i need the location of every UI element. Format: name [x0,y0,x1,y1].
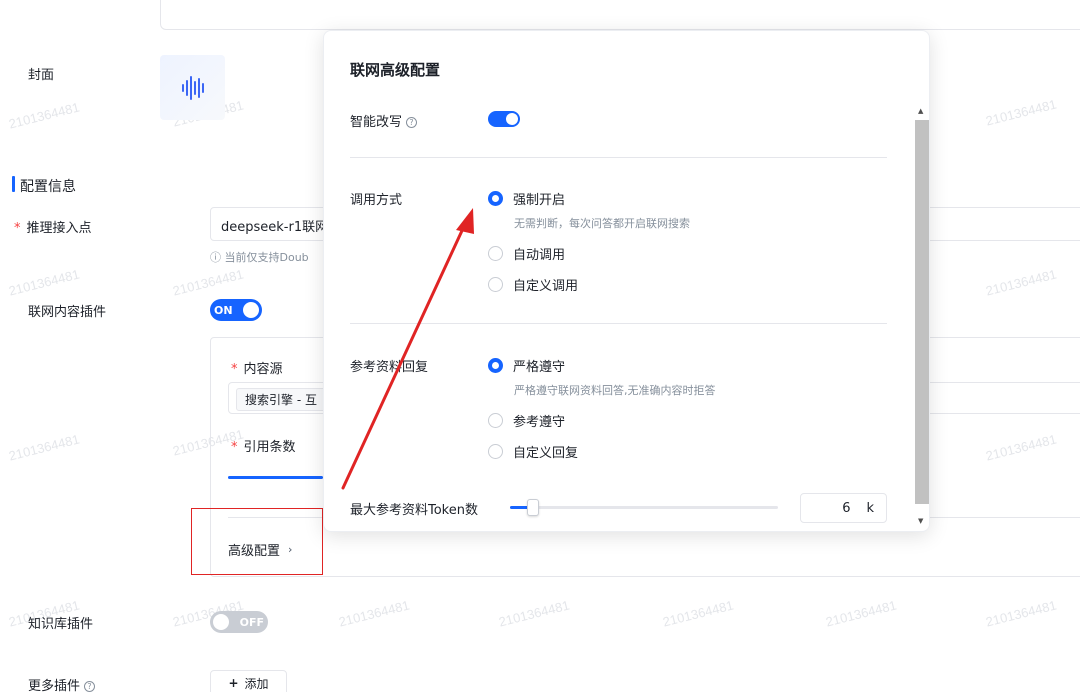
description-textarea[interactable] [160,0,1080,30]
section-title: 配置信息 [20,179,76,195]
watermark: 2101364481 [171,266,246,299]
max-token-input[interactable]: 6k [800,493,887,523]
radio-dot [488,246,503,261]
popover-title: 联网高级配置 [350,61,441,79]
add-plugin-button[interactable]: + 添加 [210,670,287,692]
max-token-slider-thumb[interactable] [527,499,539,516]
endpoint-hint: ⓘ 当前仅支持Doub [210,251,309,264]
radio-dot [488,191,503,206]
call-mode-desc: 无需判断，每次问答都开启联网搜索 [514,217,690,230]
endpoint-value: deepseek-r1联网 [221,220,329,235]
rewrite-switch[interactable] [488,111,520,127]
help-icon[interactable]: ? [84,681,96,692]
radio-strict[interactable]: 严格遵守 [488,356,565,375]
max-token-slider-track[interactable] [510,506,778,509]
cover-label: 封面 [28,68,55,83]
radio-auto-call[interactable]: 自动调用 [488,244,565,263]
plus-icon: + [228,676,239,690]
rewrite-label: 智能改写? [350,111,418,130]
reply-desc: 严格遵守联网资料回答,无准确内容时拒答 [514,384,716,397]
popover-divider [350,323,887,324]
reply-label: 参考资料回复 [350,360,429,375]
more-plugins-label: 更多插件? [28,675,96,692]
call-mode-label: 调用方式 [350,193,403,208]
kb-plugin-switch[interactable]: OFF [210,611,268,633]
kb-plugin-label: 知识库插件 [28,617,94,632]
radio-dot [488,277,503,292]
radio-reference[interactable]: 参考遵守 [488,411,565,430]
watermark: 2101364481 [661,597,736,630]
content-source-label: * 内容源 [231,362,283,377]
max-token-value: 6 [842,500,851,516]
scroll-up-icon[interactable]: ▲ [918,107,923,115]
watermark: 2101364481 [984,266,1059,299]
watermark: 2101364481 [7,99,82,132]
annotation-highlight-box [191,508,323,575]
radio-custom-reply[interactable]: 自定义回复 [488,442,578,461]
popover-scrollbar[interactable]: ▲ ▼ [914,101,930,531]
radio-dot [488,413,503,428]
max-token-label: 最大参考资料Token数 [350,503,478,518]
citation-count-label: * 引用条数 [231,440,296,455]
endpoint-label: * 推理接入点 [14,221,92,236]
radio-dot [488,444,503,459]
scrollbar-thumb[interactable] [915,120,929,504]
watermark: 2101364481 [497,597,572,630]
section-accent-bar [12,176,15,192]
radio-custom-call[interactable]: 自定义调用 [488,275,578,294]
content-source-tag[interactable]: 搜索引擎 - 互 [236,388,326,411]
web-advanced-config-popover: 联网高级配置 智能改写? 调用方式 强制开启 无需判断，每次问答都开启联网搜索 … [323,30,930,532]
radio-dot [488,358,503,373]
citation-slider[interactable] [228,476,323,479]
popover-divider [350,157,887,158]
watermark: 2101364481 [7,266,82,299]
radio-force-on[interactable]: 强制开启 [488,189,565,208]
watermark: 2101364481 [984,597,1059,630]
web-plugin-switch[interactable]: ON [210,299,262,321]
cover-image[interactable] [160,55,225,120]
watermark: 2101364481 [337,597,412,630]
watermark: 2101364481 [824,597,899,630]
help-icon[interactable]: ? [406,117,418,128]
scroll-down-icon[interactable]: ▼ [918,517,923,525]
watermark: 2101364481 [984,96,1059,129]
max-token-unit: k [866,500,874,516]
watermark: 2101364481 [7,431,82,464]
waveform-icon [181,75,204,100]
web-plugin-label: 联网内容插件 [28,305,107,320]
